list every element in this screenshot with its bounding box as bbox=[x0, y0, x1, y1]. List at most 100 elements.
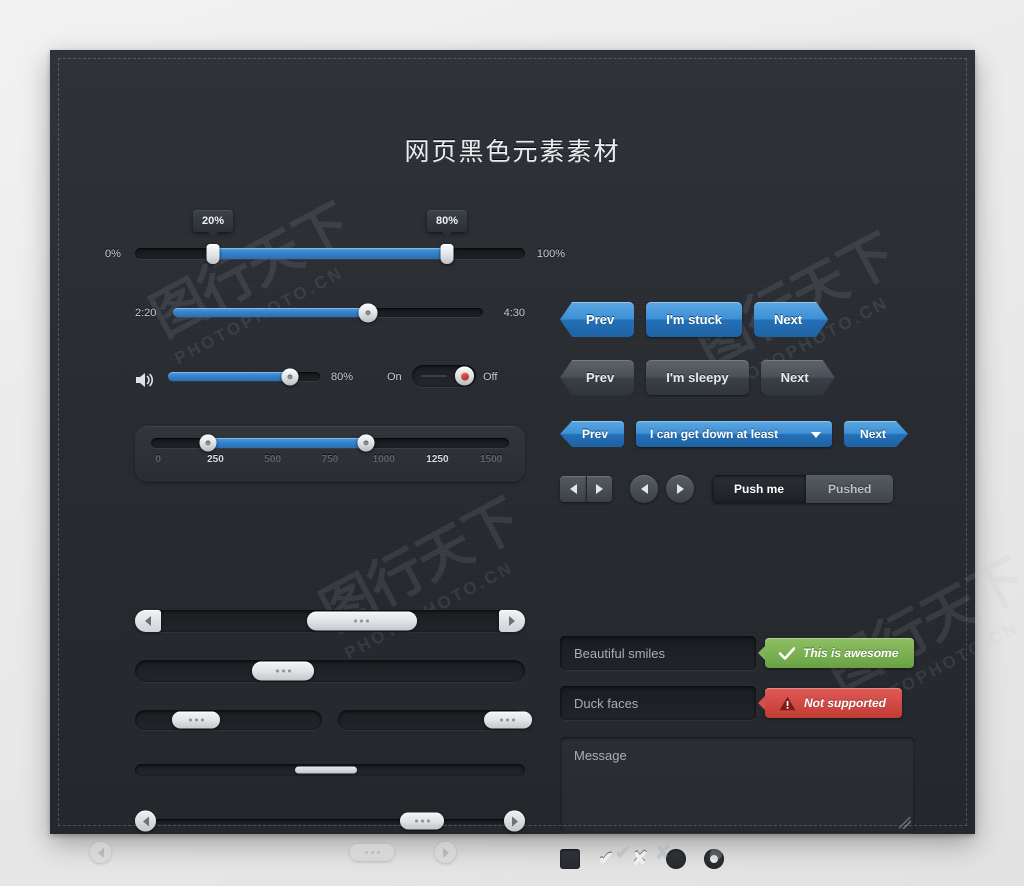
dropdown-select[interactable]: I can get down at least bbox=[636, 421, 833, 447]
success-callout-label: This is awesome bbox=[803, 646, 899, 660]
duck-faces-input[interactable]: Duck faces bbox=[560, 686, 756, 720]
volume-row: 80% On Off bbox=[135, 364, 525, 396]
circle-arrow-group bbox=[630, 475, 694, 503]
push-me-button[interactable]: Push me bbox=[712, 475, 807, 503]
field-row-1: Beautiful smiles This is awesome bbox=[560, 636, 915, 670]
reflected-checkmark: ✔ bbox=[615, 843, 631, 864]
scale-tick: 750 bbox=[321, 454, 339, 465]
thin-scrollbar[interactable] bbox=[135, 764, 525, 776]
scrollbar-with-caps[interactable] bbox=[135, 610, 525, 632]
left-column: 20% 80% 0% 100% 2:20 4:30 80% On Off 0 2… bbox=[105, 210, 565, 832]
screen: 网页黑色元素素材 图行天下PHOTOPHOTO.CN 图行天下PHOTOPHOT… bbox=[0, 0, 1024, 886]
scale-slider[interactable]: 0 250 500 750 1000 1250 1500 bbox=[135, 426, 525, 482]
next-button-blue[interactable]: Next bbox=[754, 302, 828, 337]
right-column: Prev I'm stuck Next Prev I'm sleepy Next… bbox=[560, 210, 915, 869]
scale-ticks: 0 250 500 750 1000 1250 1500 bbox=[151, 454, 509, 470]
scrollbar-plain[interactable] bbox=[135, 660, 525, 682]
scale-knob-high[interactable] bbox=[357, 434, 375, 452]
arrow-right-icon bbox=[511, 816, 518, 826]
pushed-button[interactable]: Pushed bbox=[806, 475, 894, 503]
split-scrollbars bbox=[135, 710, 532, 730]
scale-tick: 250 bbox=[207, 454, 224, 465]
arrow-left-icon bbox=[145, 616, 151, 626]
line-track[interactable] bbox=[147, 819, 513, 824]
circle-next-button[interactable] bbox=[666, 475, 694, 503]
error-callout-label: Not supported bbox=[804, 696, 886, 710]
scroll-grip[interactable] bbox=[306, 611, 417, 631]
range-knob-low[interactable] bbox=[206, 243, 220, 264]
scroll-grip[interactable] bbox=[483, 711, 532, 729]
arrow-right-icon bbox=[509, 616, 515, 626]
arrow-right-icon bbox=[676, 484, 684, 494]
prev-button-small[interactable]: Prev bbox=[560, 421, 625, 447]
scrollbar-track[interactable] bbox=[135, 610, 525, 632]
time-knob[interactable] bbox=[358, 303, 378, 322]
resize-handle-icon[interactable] bbox=[899, 817, 911, 829]
range-low-bubble: 20% bbox=[192, 210, 234, 237]
range-knob-high[interactable] bbox=[440, 243, 454, 264]
scrollbar-track[interactable] bbox=[135, 660, 525, 682]
prev-button-grey[interactable]: Prev bbox=[560, 360, 635, 395]
time-track[interactable] bbox=[173, 303, 483, 322]
reflected-cap bbox=[90, 842, 111, 863]
switch-on-label: On bbox=[387, 371, 402, 383]
onoff-switch[interactable] bbox=[412, 365, 476, 387]
next-button-grey[interactable]: Next bbox=[761, 360, 835, 395]
scroll-grip[interactable] bbox=[172, 711, 221, 729]
scale-tick: 1250 bbox=[426, 454, 449, 465]
next-button-small[interactable]: Next bbox=[844, 421, 908, 447]
square-next-button[interactable] bbox=[586, 476, 612, 502]
square-arrow-group bbox=[560, 476, 612, 502]
field-row-2: Duck faces Not supported bbox=[560, 686, 915, 720]
grey-button-row: Prev I'm sleepy Next bbox=[560, 360, 915, 395]
im-sleepy-button[interactable]: I'm sleepy bbox=[646, 360, 749, 395]
scale-fill bbox=[208, 438, 366, 448]
switch-knob[interactable] bbox=[455, 366, 474, 386]
time-end-label: 4:30 bbox=[503, 307, 525, 319]
scroll-left-cap-button[interactable] bbox=[135, 610, 161, 632]
volume-track[interactable] bbox=[168, 368, 320, 385]
reflected-radio bbox=[710, 848, 722, 860]
warning-icon bbox=[779, 696, 796, 710]
reflected-grip bbox=[350, 844, 394, 861]
speaker-icon bbox=[136, 373, 153, 387]
volume-knob[interactable] bbox=[281, 368, 299, 385]
scroll-grip[interactable] bbox=[252, 661, 314, 681]
range-min-label: 0% bbox=[105, 248, 121, 260]
scale-tick: 500 bbox=[264, 454, 282, 465]
line-left-cap-button[interactable] bbox=[135, 810, 156, 832]
line-scrollbar[interactable] bbox=[135, 810, 525, 832]
scroll-right-cap-button[interactable] bbox=[499, 610, 525, 632]
time-start-label: 2:20 bbox=[135, 307, 157, 319]
switch-track-line bbox=[421, 375, 447, 377]
circle-prev-button[interactable] bbox=[630, 475, 658, 503]
thin-grip[interactable] bbox=[294, 766, 357, 774]
arrow-and-segmented-row: Push me Pushed bbox=[560, 475, 915, 503]
time-slider[interactable]: 2:20 4:30 bbox=[135, 302, 525, 342]
scrollbar-track-right[interactable] bbox=[338, 710, 532, 730]
reflected-cap bbox=[435, 842, 456, 863]
line-grip[interactable] bbox=[400, 812, 445, 830]
check-icon bbox=[779, 646, 795, 660]
scale-track[interactable] bbox=[151, 434, 509, 452]
scrollbar-track-left[interactable] bbox=[135, 710, 322, 730]
time-fill bbox=[173, 308, 369, 317]
prev-button-blue[interactable]: Prev bbox=[560, 302, 635, 337]
scale-tick: 1500 bbox=[479, 454, 503, 465]
square-prev-button[interactable] bbox=[560, 476, 586, 502]
switch-off-label: Off bbox=[483, 371, 498, 383]
success-callout: This is awesome bbox=[757, 638, 915, 668]
panel-reflection: ✔ ✘ bbox=[50, 836, 975, 886]
scale-knob-low[interactable] bbox=[199, 434, 217, 452]
beautiful-smiles-input[interactable]: Beautiful smiles bbox=[560, 636, 756, 670]
message-textarea[interactable]: Message bbox=[560, 737, 915, 833]
volume-fill bbox=[168, 372, 290, 381]
thin-track[interactable] bbox=[135, 764, 525, 776]
select-button-row: Prev I can get down at least Next bbox=[560, 421, 915, 447]
range-slider[interactable]: 20% 80% 0% 100% bbox=[105, 210, 565, 266]
scale-tick: 1000 bbox=[372, 454, 395, 465]
range-track[interactable] bbox=[135, 243, 525, 264]
line-right-cap-button[interactable] bbox=[504, 810, 525, 832]
dropdown-value: I can get down at least bbox=[650, 427, 779, 441]
im-stuck-button[interactable]: I'm stuck bbox=[646, 302, 743, 337]
